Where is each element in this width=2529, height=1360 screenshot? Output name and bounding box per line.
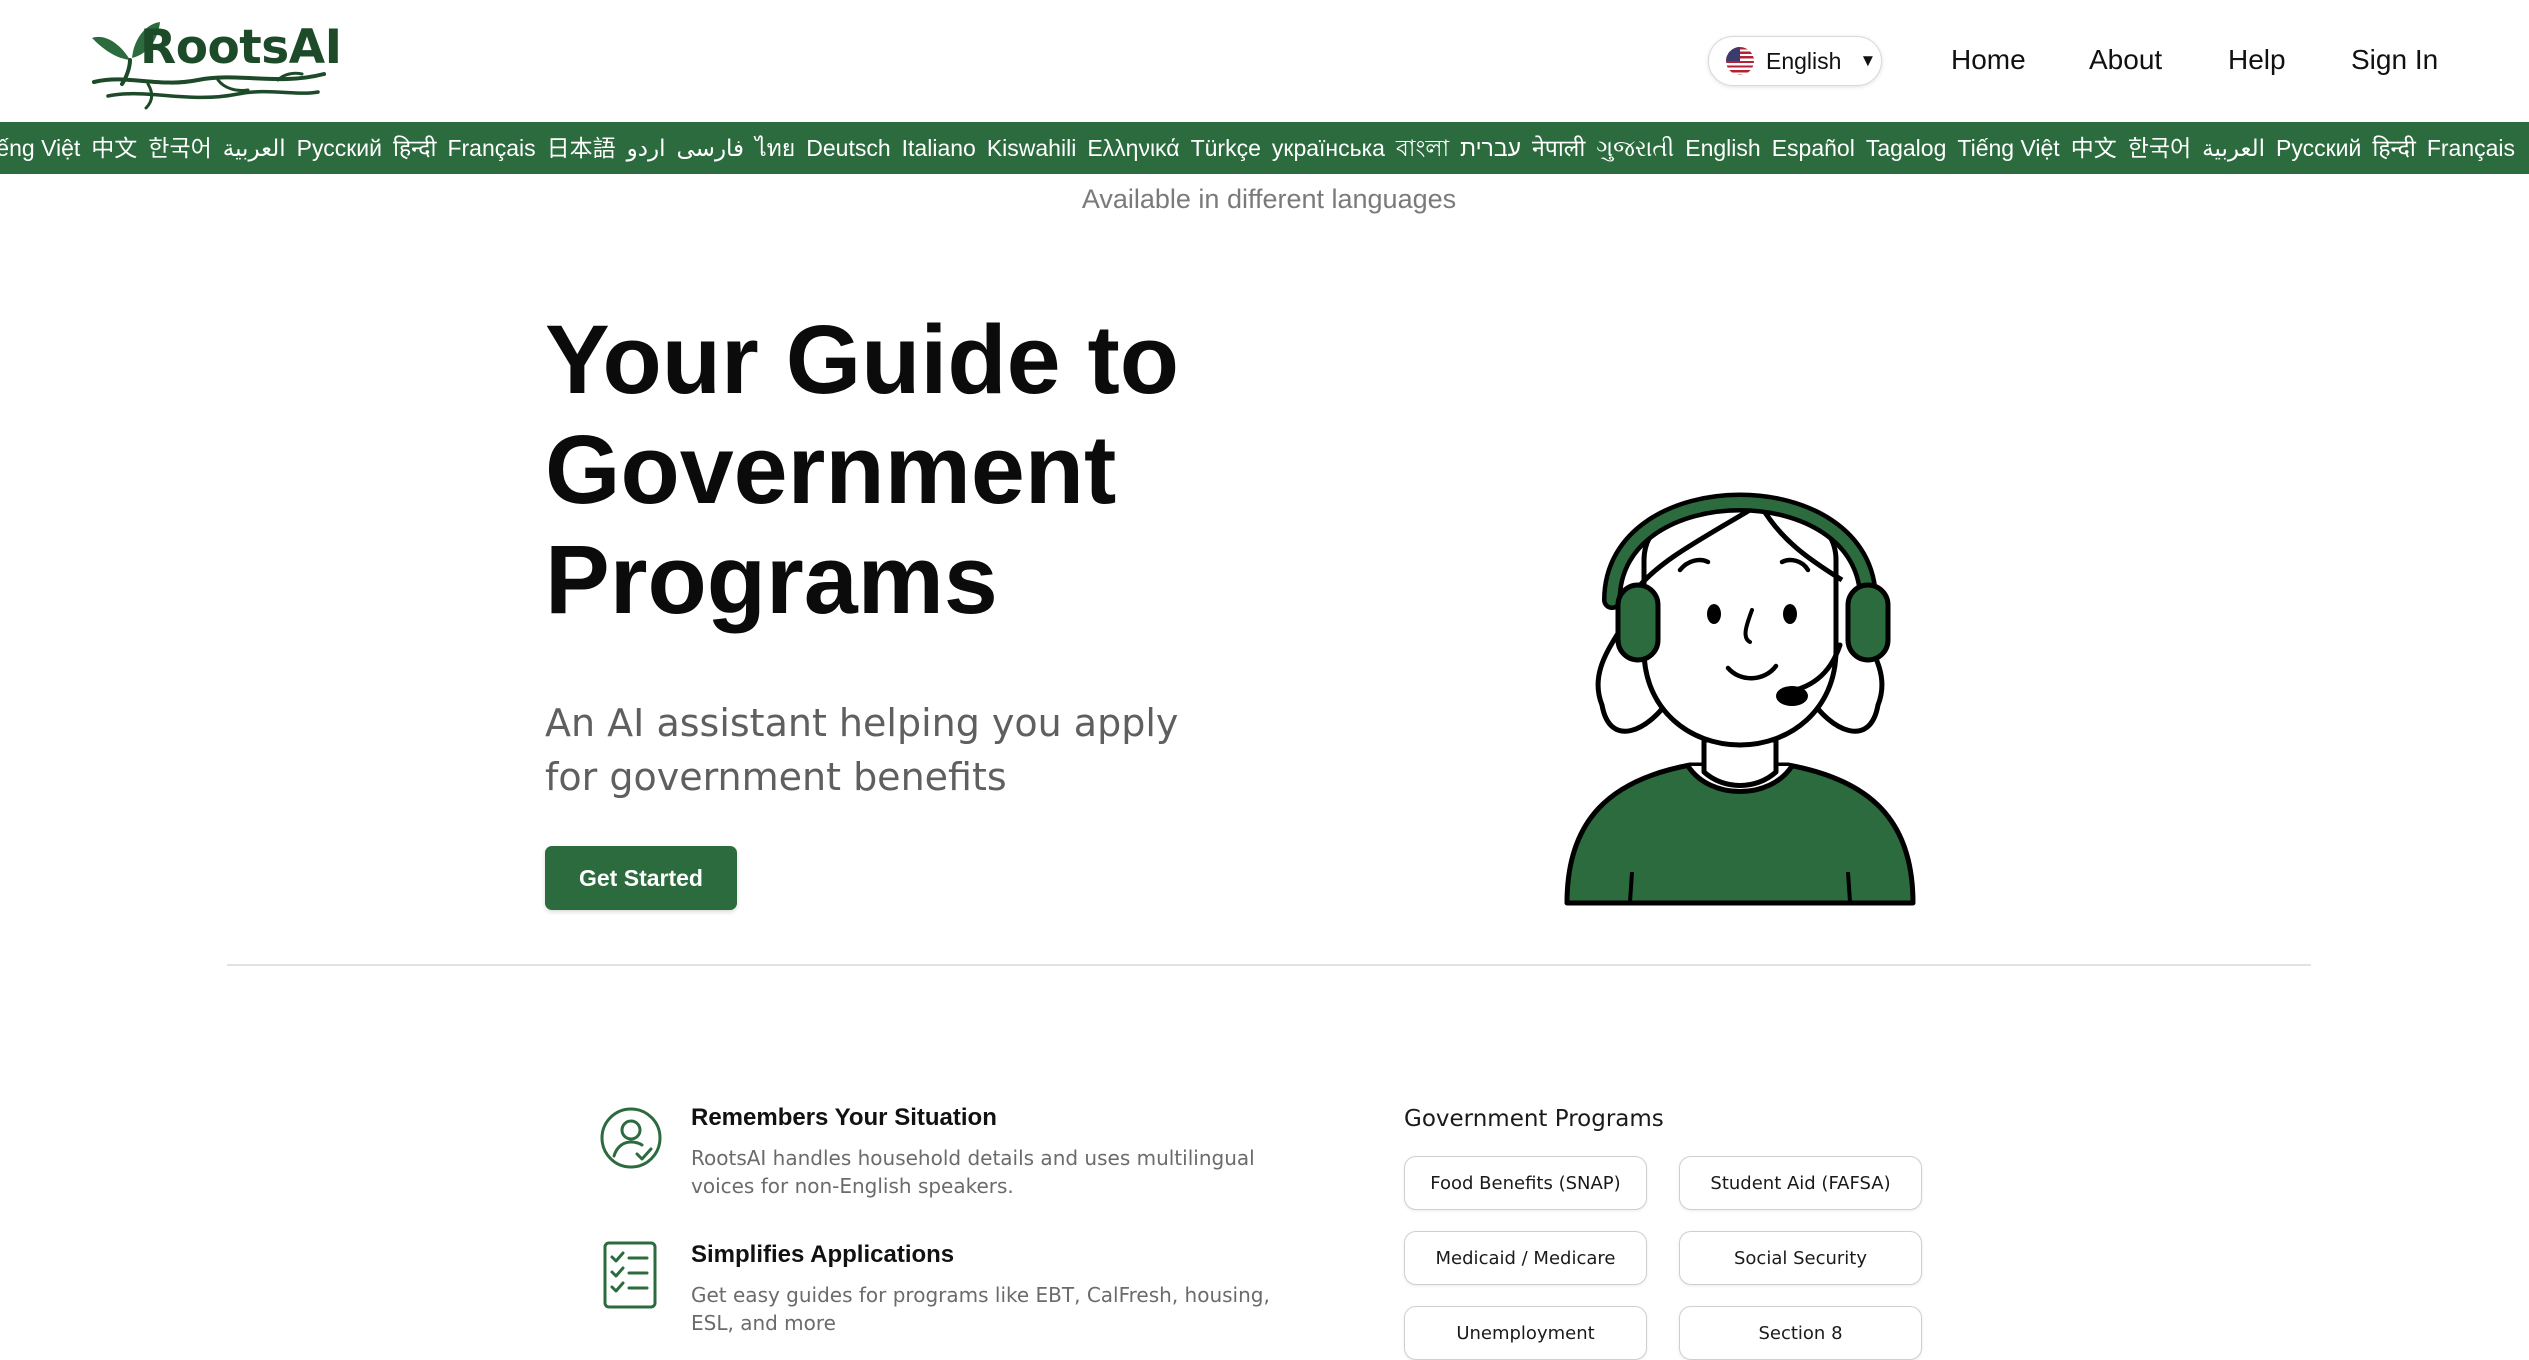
ticker-language-item: English: [1685, 135, 1761, 161]
ticker-language-item: 日本語: [546, 135, 616, 161]
ticker-language-item: українська: [1271, 135, 1385, 161]
hero-title-line: Government: [545, 415, 1117, 524]
support-agent-headset-icon: [1540, 440, 1960, 915]
ticker-language-item: Español: [1771, 135, 1855, 161]
ticker-language-item: 한국어: [2127, 135, 2192, 161]
nav-about-link[interactable]: About: [2089, 42, 2162, 78]
ticker-language-item: नेपाली: [1532, 135, 1586, 161]
feature-title: Remembers Your Situation: [691, 1104, 997, 1131]
program-chip-medicaid-medicare[interactable]: Medicaid / Medicare: [1404, 1231, 1647, 1285]
language-selector[interactable]: English ▼: [1708, 36, 1882, 86]
ticker-language-item: 中文: [91, 135, 138, 161]
nav-sign-in-link[interactable]: Sign In: [2351, 42, 2438, 78]
site-header: RootsAI English ▼ Home About Help Sign I…: [0, 0, 2529, 122]
ticker-language-item: Kiswahili: [986, 135, 1077, 161]
ticker-language-item: العربية: [222, 135, 286, 161]
ticker-language-item: ગુજરાતી: [1596, 135, 1675, 161]
ticker-language-item: العربية: [2202, 135, 2266, 161]
feature-description: Get easy guides for programs like EBT, C…: [691, 1283, 1270, 1335]
ticker-language-item: বাংলা: [1395, 135, 1450, 161]
ticker-language-item: Tiếng Việt: [0, 135, 81, 161]
ticker-language-item: Русский: [2276, 135, 2362, 161]
programs-heading: Government Programs: [1404, 1106, 1664, 1132]
program-chip-social-security[interactable]: Social Security: [1679, 1231, 1922, 1285]
ticker-language-item: हिन्दी: [2372, 135, 2416, 161]
languages-caption: Available in different languages: [1081, 184, 1457, 214]
chevron-down-icon: ▼: [1859, 51, 1877, 70]
ticker-language-item: Ελληνικά: [1087, 135, 1180, 161]
rootsai-logo[interactable]: RootsAI: [88, 18, 342, 110]
hero-title-line: Your Guide to: [545, 305, 1180, 414]
us-flag-icon: [1726, 47, 1754, 75]
ticker-language-item: اردو: [626, 135, 666, 161]
language-ticker-track: Tiếng Việt 中文 한국어 العربية Русский हिन्दी Franç…: [0, 122, 2529, 174]
ticker-language-item: Italiano: [901, 135, 976, 161]
user-check-icon: [597, 1104, 665, 1177]
ticker-language-item: Tagalog: [1865, 135, 1947, 161]
get-started-button[interactable]: Get Started: [545, 846, 737, 910]
program-chip-fafsa[interactable]: Student Aid (FAFSA): [1679, 1156, 1922, 1210]
ticker-language-item: Русский: [296, 135, 382, 161]
ticker-language-item: ไทย: [755, 135, 796, 161]
brand-name: RootsAI: [140, 20, 342, 75]
feature-description: RootsAI handles household details and us…: [691, 1146, 1255, 1198]
ticker-language-item: Français: [2426, 135, 2516, 161]
feature-title: Simplifies Applications: [691, 1241, 955, 1268]
ticker-language-item: 한국어: [148, 135, 212, 161]
language-selector-value: English: [1766, 47, 1842, 74]
program-chip-unemployment[interactable]: Unemployment: [1404, 1306, 1647, 1360]
checklist-icon: [597, 1241, 665, 1314]
ticker-language-item: Français: [447, 135, 536, 161]
ticker-language-item: Türkçe: [1190, 135, 1261, 161]
ticker-language-item: فارسی: [676, 135, 745, 161]
language-ticker: Tiếng Việt 中文 한국어 العربية Русский हिन्दी Franç…: [0, 122, 2529, 174]
section-divider: [227, 964, 2311, 966]
program-chip-snap[interactable]: Food Benefits (SNAP): [1404, 1156, 1647, 1210]
nav-help-link[interactable]: Help: [2228, 42, 2286, 78]
ticker-language-item: עברית: [1460, 135, 1521, 161]
ticker-language-item: 中文: [2070, 135, 2117, 161]
hero-title: Your Guide to Government Programs: [545, 305, 1305, 635]
ticker-language-item: हिन्दी: [392, 135, 437, 161]
ticker-language-item: Deutsch: [806, 135, 891, 161]
nav-home-link[interactable]: Home: [1951, 42, 2026, 78]
program-chip-section-8[interactable]: Section 8: [1679, 1306, 1922, 1360]
hero-title-line: Programs: [545, 525, 998, 634]
ticker-language-item: Tiếng Việt: [1957, 135, 2060, 161]
hero-subtitle: An AI assistant helping you apply for go…: [545, 701, 1179, 799]
